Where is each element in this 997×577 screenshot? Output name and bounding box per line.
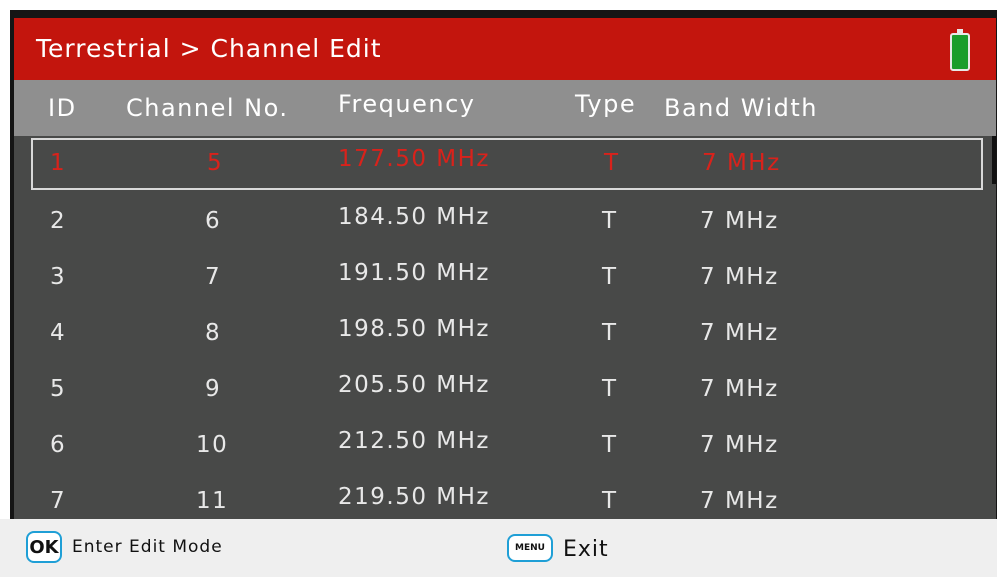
- cell-frequency: 219.50 MHz: [338, 484, 491, 510]
- cell-channel: 10: [196, 432, 229, 458]
- cell-type: T: [602, 376, 618, 402]
- menu-key-icon: MENU: [507, 534, 553, 562]
- title-bar: Terrestrial > Channel Edit: [14, 18, 996, 80]
- key-hint-bar: OK Enter Edit Mode MENU Exit: [0, 519, 997, 577]
- table-row[interactable]: 5 9 205.50 MHz T 7 MHz: [14, 364, 984, 416]
- cell-id: 6: [50, 432, 67, 458]
- cell-bandwidth: 7 MHz: [700, 376, 779, 402]
- cell-channel: 7: [205, 264, 222, 290]
- cell-id: 1: [50, 150, 67, 176]
- cell-frequency: 191.50 MHz: [338, 260, 491, 286]
- cell-type: T: [604, 150, 620, 176]
- column-header-frequency: Frequency: [338, 90, 476, 118]
- page-title: Terrestrial > Channel Edit: [36, 34, 382, 63]
- device-screen: Terrestrial > Channel Edit ID Channel No…: [10, 10, 997, 577]
- cell-channel: 9: [205, 376, 222, 402]
- cell-id: 4: [50, 320, 67, 346]
- cell-bandwidth: 7 MHz: [700, 208, 779, 234]
- cell-bandwidth: 7 MHz: [702, 150, 781, 176]
- column-header-type: Type: [575, 90, 637, 118]
- column-header-band-width: Band Width: [664, 94, 818, 122]
- table-row[interactable]: 2 6 184.50 MHz T 7 MHz: [14, 196, 984, 248]
- cell-channel: 6: [205, 208, 222, 234]
- cell-type: T: [602, 488, 618, 514]
- ok-hint-label: Enter Edit Mode: [72, 537, 223, 557]
- column-header-channel-no: Channel No.: [126, 94, 289, 122]
- cell-id: 5: [50, 376, 67, 402]
- cell-type: T: [602, 208, 618, 234]
- cell-bandwidth: 7 MHz: [700, 264, 779, 290]
- cell-frequency: 205.50 MHz: [338, 372, 491, 398]
- cell-type: T: [602, 264, 618, 290]
- cell-bandwidth: 7 MHz: [700, 320, 779, 346]
- scrollbar-track[interactable]: [989, 136, 996, 529]
- table-row-selected[interactable]: 1 5 177.50 MHz T 7 MHz: [31, 138, 983, 190]
- table-row[interactable]: 3 7 191.50 MHz T 7 MHz: [14, 252, 984, 304]
- channel-list[interactable]: 1 5 177.50 MHz T 7 MHz 2 6 184.50 MHz T …: [14, 136, 996, 529]
- battery-full-icon: [950, 29, 970, 71]
- table-header: ID Channel No. Frequency Type Band Width: [14, 80, 996, 136]
- cell-frequency: 198.50 MHz: [338, 316, 491, 342]
- cell-type: T: [602, 320, 618, 346]
- menu-hint-label: Exit: [563, 537, 609, 562]
- cell-id: 3: [50, 264, 67, 290]
- cell-channel: 5: [207, 150, 224, 176]
- cell-bandwidth: 7 MHz: [700, 488, 779, 514]
- cell-type: T: [602, 432, 618, 458]
- cell-frequency: 177.50 MHz: [338, 146, 491, 172]
- ok-key-icon: OK: [26, 531, 62, 563]
- cell-channel: 8: [205, 320, 222, 346]
- cell-frequency: 184.50 MHz: [338, 204, 491, 230]
- table-row[interactable]: 4 8 198.50 MHz T 7 MHz: [14, 308, 984, 360]
- cell-bandwidth: 7 MHz: [700, 432, 779, 458]
- scrollbar-thumb[interactable]: [992, 136, 996, 184]
- cell-channel: 11: [196, 488, 229, 514]
- cell-id: 2: [50, 208, 67, 234]
- table-row[interactable]: 6 10 212.50 MHz T 7 MHz: [14, 420, 984, 472]
- column-header-id: ID: [48, 94, 77, 122]
- cell-frequency: 212.50 MHz: [338, 428, 491, 454]
- cell-id: 7: [50, 488, 67, 514]
